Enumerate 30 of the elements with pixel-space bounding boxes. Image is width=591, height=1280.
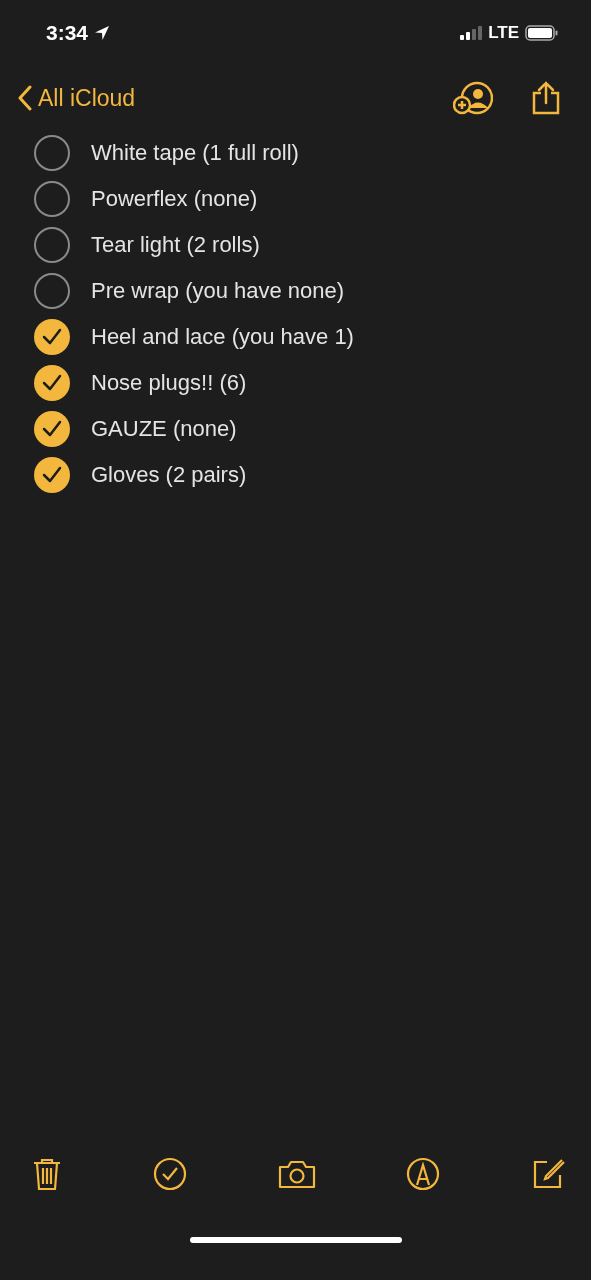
network-label: LTE [488, 23, 519, 43]
camera-icon[interactable] [277, 1159, 316, 1189]
share-icon[interactable] [531, 81, 561, 115]
signal-icon [460, 26, 483, 40]
checklist-item-text: Tear light (2 rolls) [91, 232, 260, 258]
unchecked-circle[interactable] [33, 272, 71, 310]
checklist-item-text: GAUZE (none) [91, 416, 237, 442]
location-arrow-icon [94, 25, 111, 41]
unchecked-circle[interactable] [33, 134, 71, 172]
checklist-item-text: Pre wrap (you have none) [91, 278, 345, 304]
back-button[interactable]: All iCloud [18, 84, 136, 112]
trash-icon[interactable] [32, 1157, 62, 1191]
checklist-item-text: Powerflex (none) [91, 186, 258, 212]
checklist-item-text: Nose plugs!! (6) [91, 370, 247, 396]
status-time: 3:34 [46, 21, 89, 45]
compose-icon[interactable] [531, 1157, 565, 1191]
checklist-item-text: Heel and lace (you have 1) [91, 324, 354, 350]
chevron-left-icon [18, 85, 32, 111]
checked-circle[interactable] [33, 364, 71, 402]
checklist-item-text: Gloves (2 pairs) [91, 462, 247, 488]
checked-circle[interactable] [33, 318, 71, 356]
checklist-item-text: White tape (1 full roll) [91, 140, 299, 166]
battery-icon [525, 25, 559, 41]
checked-circle[interactable] [33, 456, 71, 494]
checklist-icon[interactable] [152, 1157, 187, 1191]
add-person-icon[interactable] [453, 81, 493, 115]
unchecked-circle[interactable] [33, 180, 71, 218]
checked-circle[interactable] [33, 410, 71, 448]
unchecked-circle[interactable] [33, 226, 71, 264]
markup-pen-icon[interactable] [406, 1157, 441, 1191]
